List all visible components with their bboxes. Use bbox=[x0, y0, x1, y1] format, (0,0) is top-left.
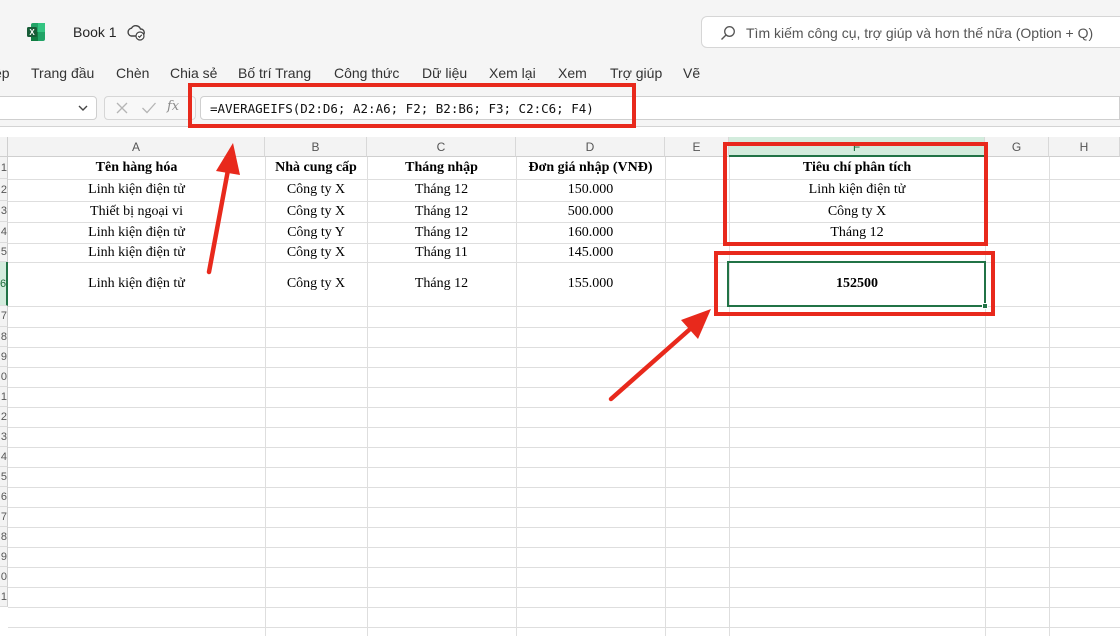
tab-page-layout[interactable]: Bố trí Trang bbox=[238, 65, 311, 81]
cell-a5[interactable]: Linh kiện điện tử bbox=[8, 243, 265, 262]
gridline bbox=[8, 487, 1120, 488]
cell-d2[interactable]: 150.000 bbox=[516, 179, 665, 201]
cell-c4[interactable]: Tháng 12 bbox=[367, 222, 516, 243]
cell-b4[interactable]: Công ty Y bbox=[265, 222, 367, 243]
tab-view[interactable]: Xem bbox=[558, 65, 587, 81]
row-header[interactable]: 9 bbox=[0, 347, 8, 367]
row-header[interactable]: 7 bbox=[0, 306, 8, 327]
gridline bbox=[8, 607, 1120, 608]
row-header[interactable]: 5 bbox=[0, 243, 8, 262]
row-header[interactable]: 8 bbox=[0, 327, 8, 347]
column-header-c[interactable]: C bbox=[367, 137, 516, 157]
tab-draw[interactable]: Vẽ bbox=[683, 65, 700, 81]
chevron-down-icon[interactable] bbox=[77, 102, 89, 114]
gridline bbox=[8, 467, 1120, 468]
cell-c3[interactable]: Tháng 12 bbox=[367, 201, 516, 222]
tab-share[interactable]: Chia sẻ bbox=[170, 65, 217, 81]
cancel-icon[interactable] bbox=[115, 101, 129, 115]
column-header-h[interactable]: H bbox=[1049, 137, 1120, 157]
tab-help[interactable]: Trợ giúp bbox=[610, 65, 662, 81]
tab-file[interactable]: ệp bbox=[0, 65, 10, 81]
insert-function-icon[interactable]: fx bbox=[167, 99, 179, 114]
formula-actions: fx bbox=[104, 96, 196, 120]
cell-b1[interactable]: Nhà cung cấp bbox=[265, 157, 367, 179]
cell-d6[interactable]: 155.000 bbox=[516, 262, 665, 306]
column-header-a[interactable]: A bbox=[8, 137, 265, 157]
search-box[interactable]: Tìm kiếm công cụ, trợ giúp và hơn thế nữ… bbox=[701, 16, 1120, 48]
cell-b2[interactable]: Công ty X bbox=[265, 179, 367, 201]
gridline bbox=[8, 387, 1120, 388]
cell-d3[interactable]: 500.000 bbox=[516, 201, 665, 222]
gridline bbox=[8, 367, 1120, 368]
formula-highlight-box bbox=[188, 83, 636, 128]
tab-data[interactable]: Dữ liệu bbox=[422, 65, 467, 81]
gridline bbox=[8, 627, 1120, 628]
gridline bbox=[8, 587, 1120, 588]
row-header[interactable]: 7 bbox=[0, 507, 8, 527]
tab-home[interactable]: Trang đầu bbox=[31, 65, 94, 81]
row-header[interactable]: 0 bbox=[0, 567, 8, 587]
gridline bbox=[8, 527, 1120, 528]
cell-a2[interactable]: Linh kiện điện tử bbox=[8, 179, 265, 201]
cell-c2[interactable]: Tháng 12 bbox=[367, 179, 516, 201]
row-header[interactable]: 8 bbox=[0, 527, 8, 547]
cloud-saved-icon[interactable] bbox=[126, 23, 146, 41]
gridline bbox=[665, 157, 666, 636]
row-header[interactable]: 1 bbox=[0, 387, 8, 407]
cell-d1[interactable]: Đơn giá nhập (VNĐ) bbox=[516, 157, 665, 179]
column-header-d[interactable]: D bbox=[516, 137, 665, 157]
row-header[interactable]: 9 bbox=[0, 547, 8, 567]
row-header[interactable]: 1 bbox=[0, 587, 8, 607]
tab-formulas[interactable]: Công thức bbox=[334, 65, 399, 81]
gridline bbox=[8, 567, 1120, 568]
cell-a1[interactable]: Tên hàng hóa bbox=[8, 157, 265, 179]
cell-d4[interactable]: 160.000 bbox=[516, 222, 665, 243]
column-header-g[interactable]: G bbox=[985, 137, 1049, 157]
row-header[interactable]: 2 bbox=[0, 407, 8, 427]
excel-app-icon[interactable]: X bbox=[26, 22, 46, 42]
row-header[interactable]: 2 bbox=[0, 179, 8, 201]
cell-c1[interactable]: Tháng nhập bbox=[367, 157, 516, 179]
cell-d5[interactable]: 145.000 bbox=[516, 243, 665, 262]
check-icon[interactable] bbox=[141, 101, 157, 115]
workbook-title[interactable]: Book 1 bbox=[73, 24, 117, 40]
tab-insert[interactable]: Chèn bbox=[116, 65, 149, 81]
gridline bbox=[8, 507, 1120, 508]
gridline bbox=[8, 427, 1120, 428]
row-header[interactable]: 4 bbox=[0, 222, 8, 243]
tab-review[interactable]: Xem lại bbox=[489, 65, 536, 81]
gridline bbox=[8, 327, 1120, 328]
cell-b5[interactable]: Công ty X bbox=[265, 243, 367, 262]
gridline bbox=[8, 447, 1120, 448]
row-header[interactable]: 0 bbox=[0, 367, 8, 387]
gridline bbox=[8, 347, 1120, 348]
svg-text:X: X bbox=[29, 28, 35, 37]
row-header-selected[interactable]: 6 bbox=[0, 262, 8, 306]
select-all-corner[interactable] bbox=[0, 137, 8, 157]
cell-c5[interactable]: Tháng 11 bbox=[367, 243, 516, 262]
cell-a3[interactable]: Thiết bị ngoại vi bbox=[8, 201, 265, 222]
gridline bbox=[8, 407, 1120, 408]
gridline bbox=[1049, 157, 1050, 636]
search-icon bbox=[721, 26, 735, 40]
cell-a6[interactable]: Linh kiện điện tử bbox=[8, 262, 265, 306]
cell-b6[interactable]: Công ty X bbox=[265, 262, 367, 306]
title-bar: X Book 1 Tìm kiếm công cụ, trợ giúp và h… bbox=[0, 0, 1120, 58]
row-header[interactable]: 5 bbox=[0, 467, 8, 487]
cell-b3[interactable]: Công ty X bbox=[265, 201, 367, 222]
column-header-b[interactable]: B bbox=[265, 137, 367, 157]
result-highlight-box bbox=[714, 251, 995, 316]
row-header[interactable]: 1 bbox=[0, 157, 8, 179]
row-header[interactable]: 3 bbox=[0, 427, 8, 447]
cell-c6[interactable]: Tháng 12 bbox=[367, 262, 516, 306]
criteria-highlight-box bbox=[723, 142, 988, 246]
search-placeholder: Tìm kiếm công cụ, trợ giúp và hơn thế nữ… bbox=[746, 25, 1094, 41]
gridline bbox=[8, 547, 1120, 548]
row-header[interactable]: 4 bbox=[0, 447, 8, 467]
name-box[interactable] bbox=[0, 96, 97, 120]
cell-a4[interactable]: Linh kiện điện tử bbox=[8, 222, 265, 243]
row-header[interactable]: 3 bbox=[0, 201, 8, 222]
row-header[interactable]: 6 bbox=[0, 487, 8, 507]
column-header-e[interactable]: E bbox=[665, 137, 729, 157]
